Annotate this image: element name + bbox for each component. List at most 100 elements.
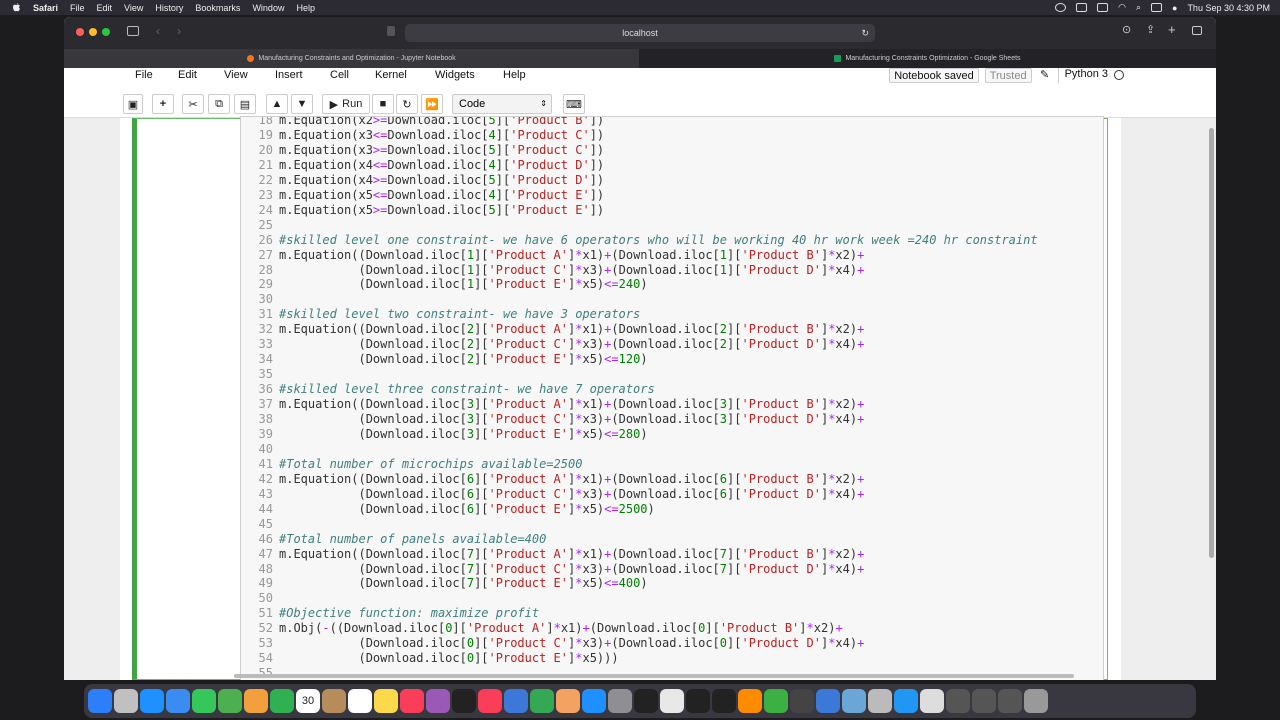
code-line[interactable]: 34 (Download.iloc[2]['Product E']*x5)<=1…	[245, 352, 648, 367]
insert-cell-button[interactable]: +	[152, 94, 174, 114]
code-line[interactable]: 28 (Download.iloc[1]['Product C']*x3)+(D…	[245, 263, 865, 278]
dock-podcasts-icon[interactable]	[426, 689, 450, 713]
code-line[interactable]: 21 m.Equation(x4<=Download.iloc[4]['Produ…	[245, 158, 605, 173]
code-line[interactable]: 19 m.Equation(x3<=Download.iloc[4]['Produ…	[245, 128, 605, 143]
dock-contacts-icon[interactable]	[322, 689, 346, 713]
menubar-bookmarks[interactable]: Bookmarks	[195, 3, 240, 13]
apple-icon[interactable]	[12, 2, 21, 13]
code-line[interactable]: 36 #skilled level three constraint- we ha…	[245, 382, 655, 397]
save-button[interactable]: ▣	[123, 94, 143, 114]
menubar-window[interactable]: Window	[252, 3, 284, 13]
menubar-file[interactable]: File	[70, 3, 85, 13]
battery-icon[interactable]	[1097, 3, 1109, 12]
scroll-thumb[interactable]	[1209, 128, 1214, 558]
jmenu-file[interactable]: File	[135, 68, 153, 83]
jmenu-kernel[interactable]: Kernel	[375, 68, 407, 83]
code-line[interactable]: 27 m.Equation((Download.iloc[1]['Product …	[245, 248, 865, 263]
code-line[interactable]: 43 (Download.iloc[6]['Product C']*x3)+(D…	[245, 487, 865, 502]
paste-button[interactable]: ▤	[234, 94, 256, 114]
code-line[interactable]: 31 #skilled level two constraint- we have…	[245, 307, 641, 322]
dock-tv-icon[interactable]	[452, 689, 476, 713]
edit-icon[interactable]: ✎	[1038, 68, 1052, 83]
tab-jupyter[interactable]: Manufacturing Constraints and Optimizati…	[64, 49, 639, 68]
restart-button[interactable]: ↻	[396, 94, 418, 114]
run-button[interactable]: ▶ Run	[322, 94, 370, 114]
menubar-app-name[interactable]: Safari	[33, 3, 58, 13]
tab-overview-icon[interactable]	[1192, 26, 1202, 35]
address-bar[interactable]: localhost ↻	[405, 24, 875, 42]
code-line[interactable]: 32 m.Equation((Download.iloc[2]['Product …	[245, 322, 865, 337]
code-editor[interactable]: 18 m.Equation(x2>=Download.iloc[5]['Produ…	[240, 116, 1104, 680]
jmenu-widgets[interactable]: Widgets	[435, 68, 475, 83]
code-line[interactable]: 53 (Download.iloc[0]['Product C']*x3)+(D…	[245, 636, 865, 651]
minimize-window-button[interactable]	[89, 28, 97, 36]
move-up-button[interactable]: ▲	[266, 94, 288, 114]
code-line[interactable]: 23 m.Equation(x5<=Download.iloc[4]['Produ…	[245, 188, 605, 203]
dock-photos-icon[interactable]	[244, 689, 268, 713]
wifi-icon[interactable]: ◠	[1118, 2, 1126, 13]
command-palette-button[interactable]: ⌨	[563, 94, 585, 114]
cell-type-select[interactable]: Code ⇕	[452, 94, 552, 114]
dock-keynote-icon[interactable]	[504, 689, 528, 713]
code-line[interactable]: 40	[245, 442, 279, 457]
dock-chrome-icon[interactable]	[660, 689, 684, 713]
menubar-help[interactable]: Help	[296, 3, 315, 13]
code-line[interactable]: 54 (Download.iloc[0]['Product E']*x5)))	[245, 651, 619, 666]
code-line[interactable]: 22 m.Equation(x4>=Download.iloc[5]['Produ…	[245, 173, 605, 188]
new-tab-icon[interactable]: +	[1168, 22, 1176, 37]
dock-trash-icon[interactable]	[1024, 689, 1048, 713]
dock-safari-icon[interactable]	[140, 689, 164, 713]
dock-sublime-icon[interactable]	[738, 689, 762, 713]
code-line[interactable]: 18 m.Equation(x2>=Download.iloc[5]['Produ…	[245, 117, 605, 128]
dock-window3-icon[interactable]	[998, 689, 1022, 713]
horizontal-scrollbar[interactable]	[234, 674, 1074, 678]
dock-appstore-icon[interactable]	[582, 689, 606, 713]
dock-pages-icon[interactable]	[556, 689, 580, 713]
jmenu-insert[interactable]: Insert	[275, 68, 303, 83]
code-line[interactable]: 42 m.Equation((Download.iloc[6]['Product …	[245, 472, 865, 487]
code-line[interactable]: 45	[245, 517, 279, 532]
dock-window1-icon[interactable]	[946, 689, 970, 713]
jmenu-view[interactable]: View	[224, 68, 248, 83]
code-line[interactable]: 35	[245, 367, 279, 382]
tab-sheets[interactable]: Manufacturing Constraints Optimization -…	[639, 49, 1216, 68]
menubar-view[interactable]: View	[124, 3, 143, 13]
dock-activity-icon[interactable]	[764, 689, 788, 713]
code-line[interactable]: 51 #Objective function: maximize profit	[245, 606, 540, 621]
code-line[interactable]: 26 #skilled level one constraint- we have…	[245, 233, 1038, 248]
code-line[interactable]: 38 (Download.iloc[3]['Product C']*x3)+(D…	[245, 412, 865, 427]
code-line[interactable]: 30	[245, 292, 279, 307]
sidebar-toggle-icon[interactable]	[127, 26, 139, 36]
code-line[interactable]: 20 m.Equation(x3>=Download.iloc[5]['Produ…	[245, 143, 605, 158]
dock-reminders-icon[interactable]	[348, 689, 372, 713]
dock-facetime-icon[interactable]	[270, 689, 294, 713]
shield-icon[interactable]	[387, 26, 395, 36]
dock-music-icon[interactable]	[400, 689, 424, 713]
dock-messages-icon[interactable]	[192, 689, 216, 713]
code-cell[interactable]: 18 m.Equation(x2>=Download.iloc[5]['Produ…	[132, 116, 1108, 680]
restart-run-all-button[interactable]: ⏩	[421, 94, 443, 114]
status-icon[interactable]	[1076, 3, 1088, 12]
dock-notes-icon[interactable]	[374, 689, 398, 713]
code-line[interactable]: 24 m.Equation(x5>=Download.iloc[5]['Produ…	[245, 203, 605, 218]
interrupt-button[interactable]: ■	[372, 94, 394, 114]
trusted-badge[interactable]: Trusted	[984, 68, 1032, 83]
dock-finder-icon[interactable]	[88, 689, 112, 713]
code-line[interactable]: 29 (Download.iloc[1]['Product E']*x5)<=2…	[245, 277, 648, 292]
code-line[interactable]: 46 #Total number of panels available=400	[245, 532, 547, 547]
downloads-icon[interactable]: ⊙	[1122, 23, 1131, 36]
dock-mail-icon[interactable]	[166, 689, 190, 713]
code-line[interactable]: 37 m.Equation((Download.iloc[3]['Product …	[245, 397, 865, 412]
siri-icon[interactable]: ●	[1172, 3, 1177, 13]
dock-documents-icon[interactable]	[920, 689, 944, 713]
jmenu-help[interactable]: Help	[503, 68, 526, 83]
code-line[interactable]: 47 m.Equation((Download.iloc[7]['Product …	[245, 547, 865, 562]
cut-button[interactable]: ✂	[182, 94, 204, 114]
code-line[interactable]: 44 (Download.iloc[6]['Product E']*x5)<=2…	[245, 502, 655, 517]
code-line[interactable]: 41 #Total number of microchips available=…	[245, 457, 583, 472]
code-line[interactable]: 52 m.Obj(-((Download.iloc[0]['Product A']…	[245, 621, 843, 636]
dock-preview-icon[interactable]	[842, 689, 866, 713]
dock-github-icon[interactable]	[712, 689, 736, 713]
dock-numbers-icon[interactable]	[530, 689, 554, 713]
jmenu-cell[interactable]: Cell	[330, 68, 349, 83]
